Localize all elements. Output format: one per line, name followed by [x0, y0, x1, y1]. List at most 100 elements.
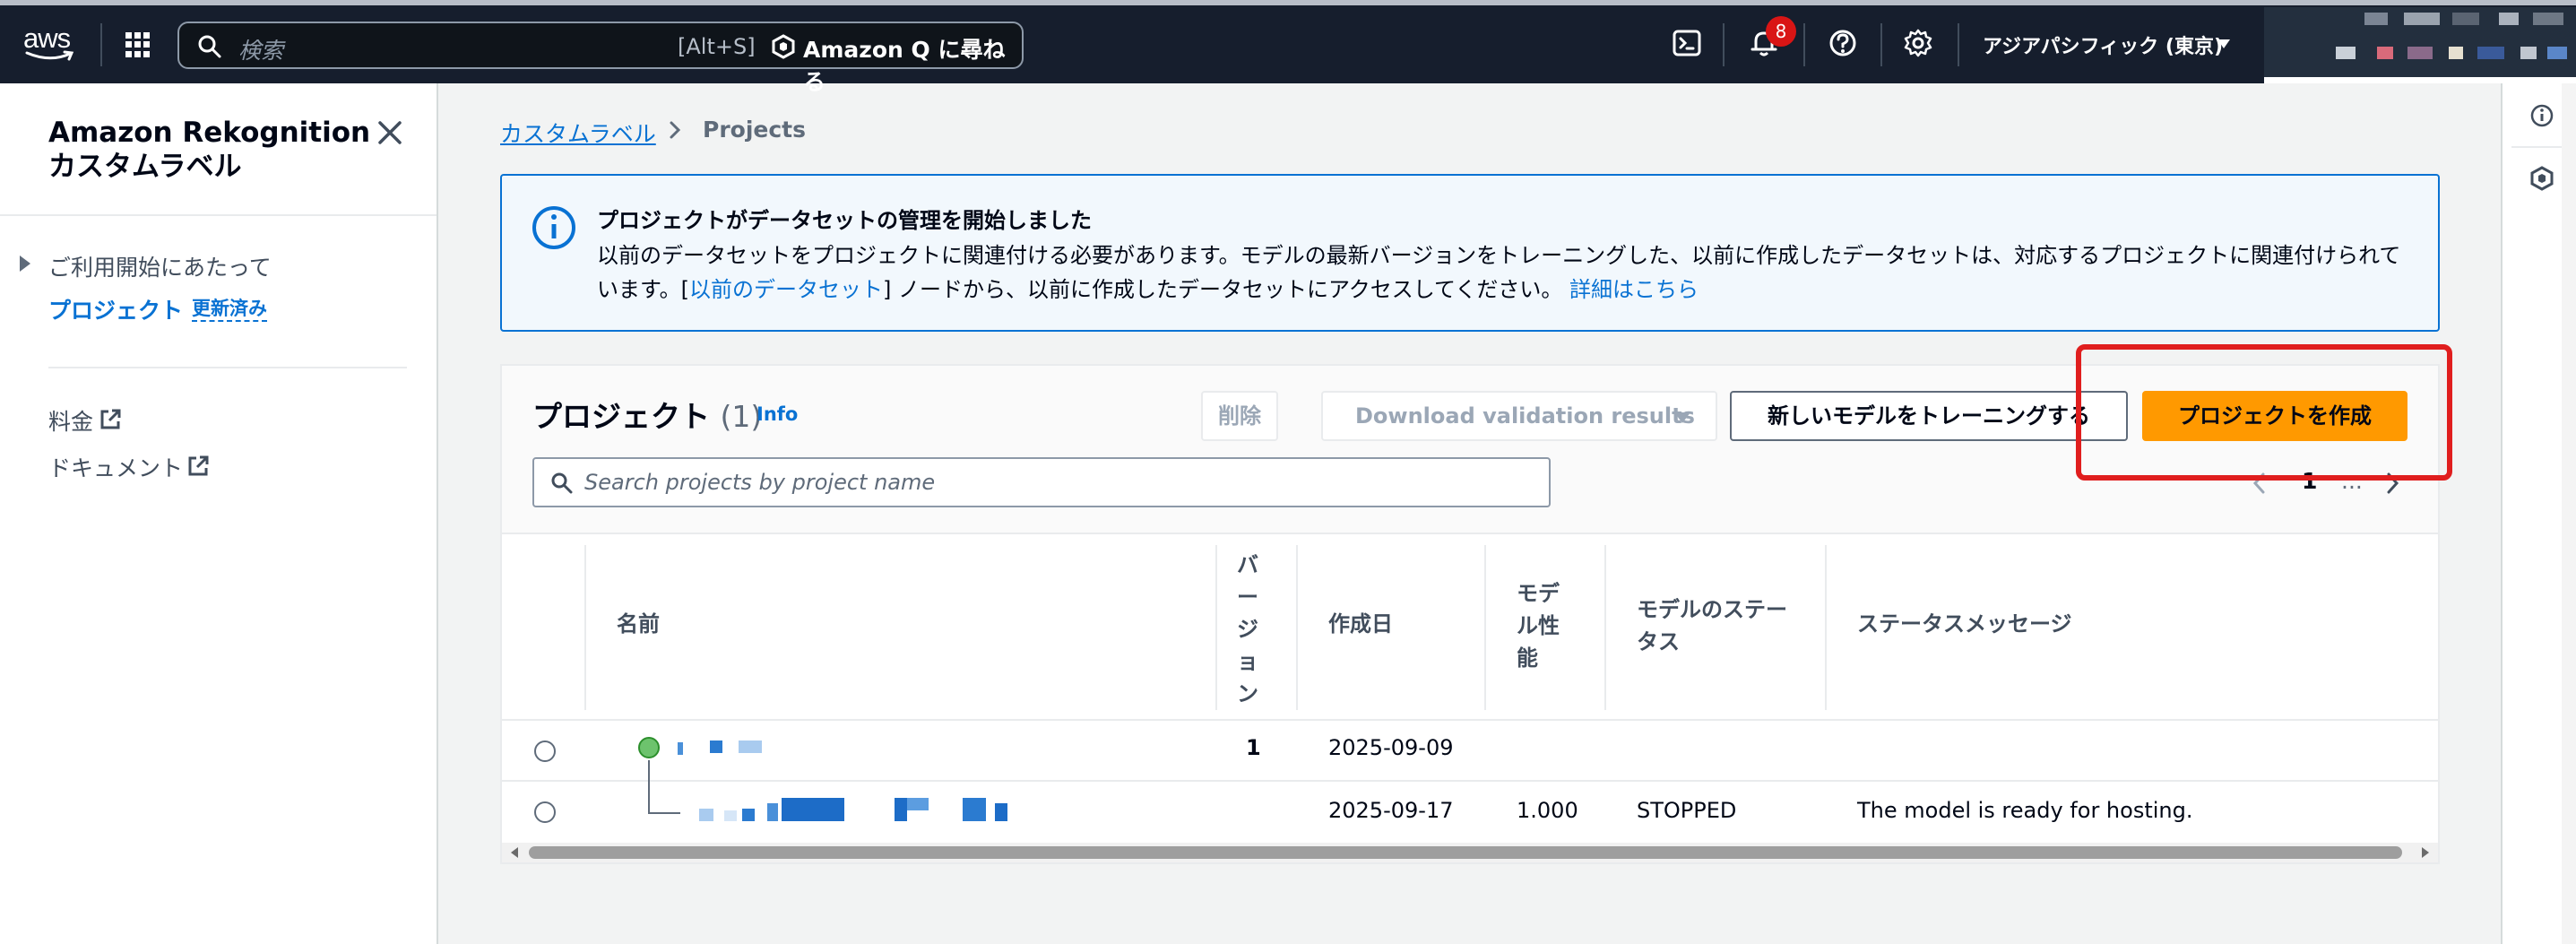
external-link-icon: [188, 455, 209, 476]
divider: [48, 367, 407, 368]
divider: [2511, 146, 2569, 148]
row-select-radio[interactable]: [534, 740, 556, 762]
scroll-right-icon[interactable]: [2422, 847, 2429, 858]
previous-datasets-link[interactable]: 以前のデータセット: [689, 277, 883, 302]
column-divider: [1484, 545, 1486, 710]
divider: [502, 780, 2438, 782]
nav-item-pricing[interactable]: 料金: [48, 404, 93, 437]
row-model-status: STOPPED: [1637, 798, 1737, 823]
column-divider: [584, 545, 586, 710]
topbar-divider: [100, 23, 102, 66]
caret-down-icon: [1674, 412, 1690, 423]
aws-logo-text: aws: [23, 22, 71, 54]
banner-title: プロジェクトがデータセットの管理を開始しました: [597, 208, 1092, 233]
topbar-divider: [1958, 23, 1959, 66]
breadcrumb-custom-labels[interactable]: カスタムラベル: [500, 117, 656, 149]
search-icon: [198, 35, 221, 58]
learn-more-link[interactable]: 詳細はこちら: [1569, 277, 1699, 302]
caret-right-icon[interactable]: [20, 255, 30, 272]
banner-text-part: ] ノードから、以前に作成したデータセットにアクセスしてください。: [882, 277, 1563, 302]
grid-icon[interactable]: [125, 32, 151, 57]
annotation-highlight-box: [2076, 344, 2452, 481]
row-created-date: 2025-09-09: [1328, 735, 1454, 760]
browser-top-stripe: [0, 0, 2576, 5]
page-scrollbar[interactable]: [2562, 83, 2576, 944]
redacted-model-name: [742, 809, 755, 821]
download-validation-results-button[interactable]: Download validation results: [1321, 391, 1717, 441]
divider: [502, 719, 2438, 721]
tree-connector: [648, 760, 650, 814]
aws-smile-icon: [25, 50, 74, 61]
scrollbar-thumb[interactable]: [529, 846, 2402, 859]
notification-count-badge: 8: [1766, 16, 1796, 47]
redacted-model-name: [895, 798, 907, 821]
redacted-project-name: [678, 742, 683, 755]
row-select-radio[interactable]: [534, 801, 556, 823]
chevron-down-icon: [2217, 39, 2230, 48]
redacted-model-name: [963, 798, 986, 821]
info-icon[interactable]: [2529, 103, 2554, 128]
banner-message: 以前のデータセットをプロジェクトに関連付ける必要があります。モデルの最新バージョ…: [597, 238, 2407, 307]
row-status-message: The model is ready for hosting.: [1857, 798, 2193, 823]
projects-title: プロジェクト: [532, 399, 710, 434]
row-version: 1: [1246, 735, 1261, 760]
chevron-right-icon: [670, 121, 681, 139]
train-new-model-button[interactable]: 新しいモデルをトレーニングする: [1730, 391, 2128, 441]
account-menu[interactable]: [2264, 7, 2576, 83]
column-divider: [1825, 545, 1827, 710]
redacted-model-name: [995, 803, 1007, 821]
help-icon[interactable]: [1827, 27, 1859, 59]
column-divider: [1215, 545, 1217, 710]
delete-button[interactable]: 削除: [1201, 391, 1278, 441]
row-model-performance: 1.000: [1517, 798, 1578, 823]
account-redacted-area: [2264, 7, 2576, 77]
topbar-divider: [1803, 23, 1805, 66]
column-header-created[interactable]: 作成日: [1328, 608, 1393, 640]
service-title[interactable]: Amazon Rekognition カスタムラベル: [48, 116, 371, 184]
column-header-status-message[interactable]: ステータスメッセージ: [1857, 608, 2072, 640]
breadcrumb-current: Projects: [703, 117, 807, 143]
column-header-version[interactable]: バージョン: [1237, 549, 1260, 710]
close-icon[interactable]: [376, 119, 403, 146]
project-search-input[interactable]: Search projects by project name: [532, 457, 1551, 507]
projects-heading: プロジェクト (1): [532, 393, 762, 436]
nav-item-getting-started[interactable]: ご利用開始にあたって: [48, 250, 272, 282]
global-search-input[interactable]: 検索 [Alt+S] Amazon Q に尋ねる: [177, 22, 1024, 95]
info-icon: [532, 206, 575, 249]
cloudshell-icon[interactable]: [1671, 27, 1703, 59]
aws-logo[interactable]: aws: [23, 22, 77, 65]
redacted-model-name: [724, 810, 737, 821]
ask-amazon-q-button[interactable]: Amazon Q に尋ねる: [803, 32, 1022, 97]
topbar-divider: [1723, 23, 1725, 66]
amazon-q-icon: [772, 34, 795, 59]
amazon-q-icon[interactable]: [2529, 166, 2554, 191]
redacted-model-name: [907, 798, 929, 810]
redacted-project-name: [739, 740, 762, 753]
redacted-model-name: [767, 803, 778, 821]
project-status-dot: [638, 737, 660, 758]
scroll-left-icon[interactable]: [511, 847, 518, 858]
gear-icon[interactable]: [1902, 27, 1934, 59]
redacted-project-name: [710, 740, 722, 753]
divider: [0, 214, 437, 216]
column-header-name[interactable]: 名前: [617, 608, 660, 640]
region-selector[interactable]: アジアパシフィック (東京): [1983, 30, 2223, 59]
search-shortcut: [Alt+S]: [678, 34, 756, 59]
search-placeholder: 検索: [238, 38, 284, 64]
row-created-date: 2025-09-17: [1328, 798, 1454, 823]
column-divider: [1296, 545, 1298, 710]
horizontal-scrollbar[interactable]: [502, 843, 2438, 862]
column-header-performance[interactable]: モデル性能: [1517, 577, 1565, 674]
tree-connector: [648, 812, 680, 814]
download-button-label: Download validation results: [1355, 403, 1695, 429]
redacted-model-name: [699, 809, 713, 821]
column-header-model-status[interactable]: モデルのステータス: [1637, 593, 1807, 658]
nav-item-documentation[interactable]: ドキュメント: [48, 451, 183, 483]
search-icon: [551, 472, 573, 494]
nav-item-projects[interactable]: プロジェクト: [48, 293, 183, 325]
info-banner: プロジェクトがデータセットの管理を開始しました 以前のデータセットをプロジェクト…: [500, 174, 2440, 332]
external-link-icon: [100, 409, 121, 429]
topbar-divider: [1880, 23, 1882, 66]
info-link[interactable]: Info: [756, 403, 798, 425]
column-divider: [1604, 545, 1606, 710]
